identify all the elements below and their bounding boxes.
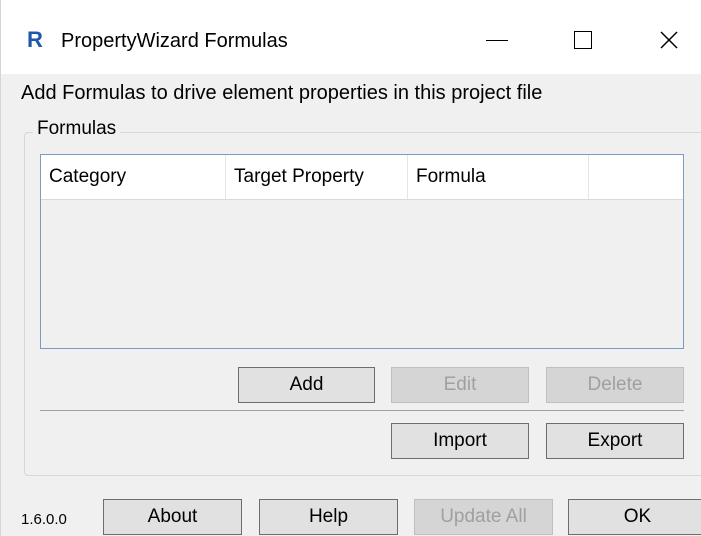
- about-button[interactable]: About: [103, 499, 242, 535]
- maximize-button[interactable]: [557, 20, 609, 60]
- column-header-category[interactable]: Category: [41, 155, 226, 199]
- minimize-icon: [486, 39, 508, 41]
- ok-button[interactable]: OK: [568, 499, 701, 535]
- formulas-group-label: Formulas: [33, 117, 121, 141]
- list-header: Category Target Property Formula: [41, 155, 683, 200]
- import-button[interactable]: Import: [391, 423, 529, 459]
- maximize-icon: [574, 31, 592, 49]
- add-button[interactable]: Add: [238, 367, 375, 403]
- update-all-button[interactable]: Update All: [414, 499, 553, 535]
- window-title: PropertyWizard Formulas: [61, 30, 288, 52]
- separator-line: [40, 410, 684, 411]
- column-header-target-property[interactable]: Target Property: [226, 155, 408, 199]
- export-button[interactable]: Export: [546, 423, 684, 459]
- edit-button[interactable]: Edit: [391, 367, 529, 403]
- formulas-list[interactable]: Category Target Property Formula: [40, 154, 684, 349]
- close-button[interactable]: [643, 20, 695, 60]
- delete-button[interactable]: Delete: [546, 367, 684, 403]
- intro-text: Add Formulas to drive element properties…: [21, 82, 543, 104]
- title-bar[interactable]: R PropertyWizard Formulas: [1, 0, 701, 74]
- dialog-window: R PropertyWizard Formulas Add Formulas t…: [0, 0, 701, 536]
- help-button[interactable]: Help: [259, 499, 398, 535]
- minimize-button[interactable]: [471, 20, 523, 60]
- column-header-blank[interactable]: [589, 155, 683, 199]
- app-icon: R: [27, 27, 43, 52]
- version-label: 1.6.0.0: [21, 511, 67, 528]
- column-header-formula[interactable]: Formula: [408, 155, 589, 199]
- close-icon: [660, 31, 678, 49]
